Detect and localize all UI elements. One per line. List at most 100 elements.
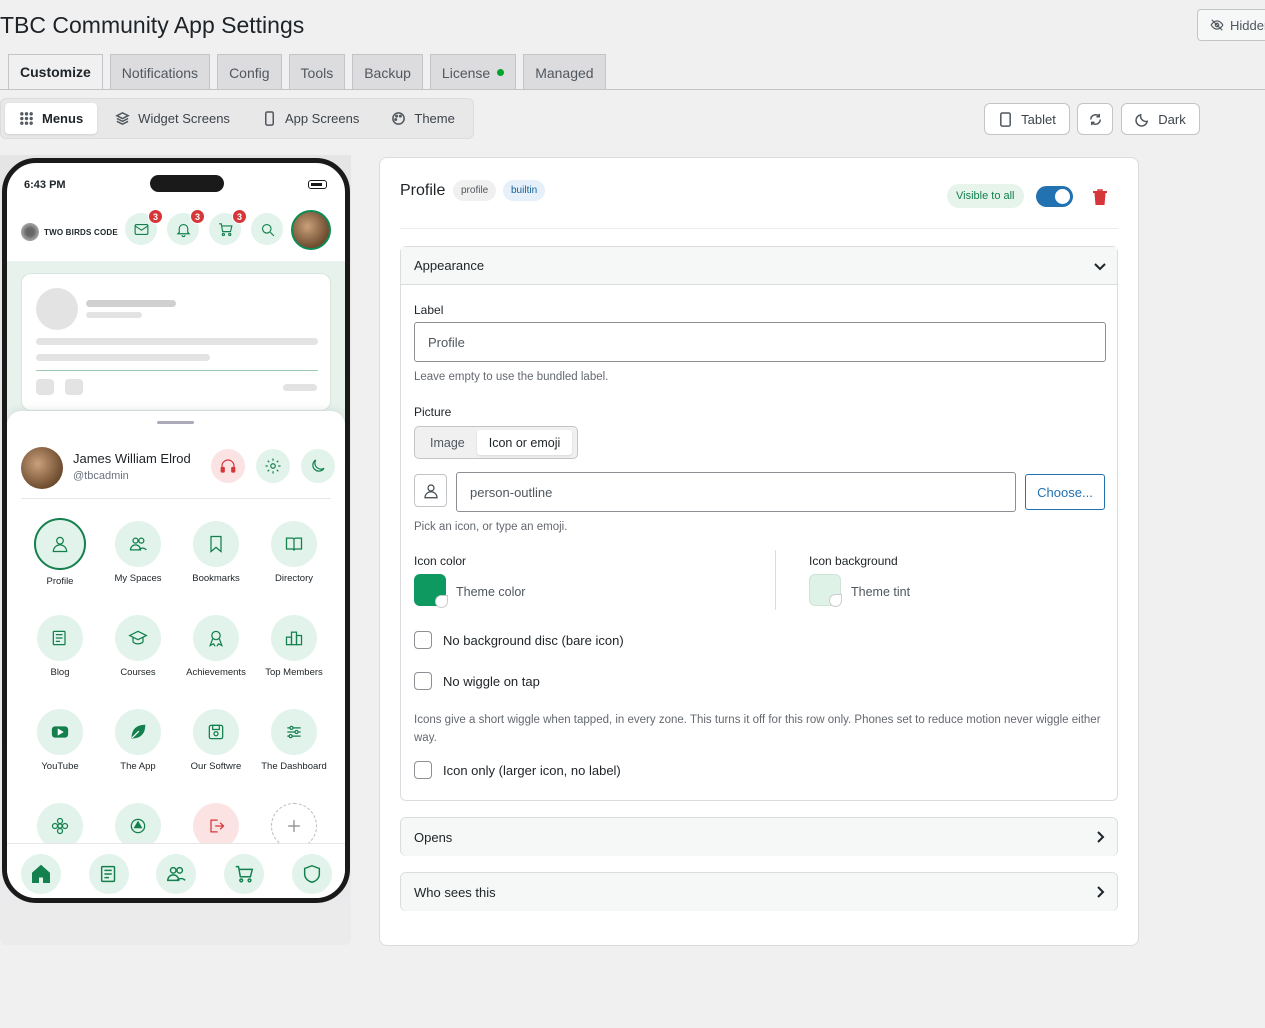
appearance-header[interactable]: Appearance [401, 247, 1117, 285]
trash-icon[interactable] [1092, 188, 1108, 206]
opens-header[interactable]: Opens [401, 818, 1117, 856]
user-name: James William Elrod [73, 451, 191, 466]
label-input[interactable]: Profile [414, 322, 1106, 362]
choose-icon-button[interactable]: Choose... [1025, 474, 1105, 510]
person-icon [52, 536, 68, 553]
tab-backup[interactable]: Backup [352, 54, 423, 90]
support-button[interactable] [211, 449, 245, 483]
subtab-app-screens[interactable]: App Screens [248, 103, 373, 134]
sheet-grabber[interactable] [157, 421, 194, 424]
hidden-button[interactable]: Hidden [1197, 9, 1265, 41]
header-avatar[interactable] [291, 210, 331, 250]
no-wiggle-checkbox[interactable] [414, 672, 432, 690]
no-wiggle-option[interactable]: No wiggle on tap [414, 672, 540, 690]
tab-license[interactable]: License [429, 54, 517, 90]
gear-icon [265, 458, 281, 474]
menu-item-label: My Spaces [114, 573, 162, 584]
header-notifications[interactable]: 3 [167, 209, 205, 245]
menu-item-blog[interactable]: Blog [21, 615, 99, 678]
avatar[interactable] [21, 447, 63, 489]
tab-notifications[interactable]: Notifications [109, 54, 211, 90]
tab-customize[interactable]: Customize [8, 54, 103, 90]
subtab-label: Widget Screens [138, 111, 230, 126]
tab-config[interactable]: Config [217, 54, 282, 90]
tablet-icon [1000, 111, 1012, 127]
theme-toggle-button[interactable] [301, 449, 335, 483]
plus-icon [288, 820, 300, 832]
menu-item-label: YouTube [41, 761, 79, 772]
icon-color-label: Icon color [414, 554, 467, 568]
header-cart[interactable]: 3 [209, 209, 247, 245]
menu-item-label: The App [120, 761, 156, 772]
phone-icon [264, 111, 274, 126]
icon-preview [414, 474, 447, 507]
menu-item-icon [115, 521, 161, 567]
menu-item-directory[interactable]: Directory [255, 521, 333, 584]
dark-mode-button[interactable]: Dark [1121, 103, 1200, 135]
opens-section: Opens [400, 817, 1118, 856]
bottom-tab-blog[interactable] [89, 854, 129, 894]
hidden-button-label: Hidden [1230, 17, 1265, 33]
home-icon [32, 864, 50, 883]
newspaper-icon [100, 865, 116, 883]
icon-only-checkbox[interactable] [414, 761, 432, 779]
visibility-toggle[interactable] [1036, 186, 1073, 207]
skeleton-action [36, 379, 54, 395]
menu-item-profile[interactable]: Profile [21, 518, 99, 587]
refresh-button[interactable] [1077, 103, 1113, 135]
icon-background-label: Icon background [809, 554, 898, 568]
item-editor-panel: Profile profile builtin Visible to all A… [379, 157, 1139, 946]
menu-item-icon [37, 709, 83, 755]
picture-option-icon[interactable]: Icon or emoji [476, 430, 573, 455]
menu-item-my-spaces[interactable]: My Spaces [99, 521, 177, 584]
menu-item-youtube[interactable]: YouTube [21, 709, 99, 772]
subtab-widget-screens[interactable]: Widget Screens [101, 103, 244, 134]
refresh-icon [1089, 113, 1101, 125]
people-icon [129, 537, 147, 551]
phone-preview: 6:43 PM TWO BIRDS CODE 3 3 3 James Willi… [2, 158, 350, 903]
bottom-tab-cart[interactable] [224, 854, 264, 894]
header-mail[interactable]: 3 [125, 209, 163, 245]
skeleton-line [36, 338, 318, 345]
menu-item-the-app[interactable]: The App [99, 709, 177, 772]
icon-name-input[interactable]: person-outline [456, 472, 1016, 512]
no-wiggle-label: No wiggle on tap [443, 673, 540, 689]
icon-background-swatch[interactable] [809, 574, 842, 607]
type-badge: builtin [503, 180, 546, 201]
no-background-option[interactable]: No background disc (bare icon) [414, 631, 624, 649]
bottom-tab-people[interactable] [156, 854, 196, 894]
menu-item-label: The Dashboard [261, 761, 327, 772]
user-handle: @tbcadmin [73, 470, 129, 482]
tab-managed[interactable]: Managed [523, 54, 606, 90]
bottom-tab-shield[interactable] [292, 854, 332, 894]
who-sees-header[interactable]: Who sees this [401, 873, 1117, 911]
skeleton-line [86, 300, 176, 307]
chevron-right-icon [1097, 886, 1105, 898]
bottom-tab-home[interactable] [21, 854, 61, 894]
menu-item-the-dashboard[interactable]: The Dashboard [255, 709, 333, 772]
icon-color-swatch[interactable] [414, 574, 448, 608]
label-field-label: Label [414, 303, 444, 317]
search-icon [261, 223, 274, 236]
who-sees-section: Who sees this [400, 872, 1118, 911]
tab-tools[interactable]: Tools [288, 54, 346, 90]
menu-item-courses[interactable]: Courses [99, 615, 177, 678]
header-search[interactable] [251, 213, 283, 245]
icon-only-option[interactable]: Icon only (larger icon, no label) [414, 761, 621, 779]
status-time: 6:43 PM [24, 179, 66, 191]
picture-option-image[interactable]: Image [418, 430, 477, 455]
sheet-user-row: James William Elrod @tbcadmin [21, 443, 335, 499]
item-title: Profile [400, 182, 446, 199]
menu-item-top-members[interactable]: Top Members [255, 615, 333, 678]
menu-item-achievements[interactable]: Achievements [177, 615, 255, 678]
settings-button[interactable] [256, 449, 290, 483]
nav-tabs: Customize Notifications Config Tools Bac… [8, 54, 606, 90]
logout-icon [210, 819, 225, 833]
mail-icon [134, 223, 148, 235]
subtab-theme[interactable]: Theme [377, 103, 468, 134]
no-background-checkbox[interactable] [414, 631, 432, 649]
subtab-menus[interactable]: Menus [5, 103, 98, 134]
menu-item-bookmarks[interactable]: Bookmarks [177, 521, 255, 584]
tablet-button[interactable]: Tablet [984, 103, 1070, 135]
menu-item-our-software[interactable]: Our Softwre [177, 709, 255, 772]
